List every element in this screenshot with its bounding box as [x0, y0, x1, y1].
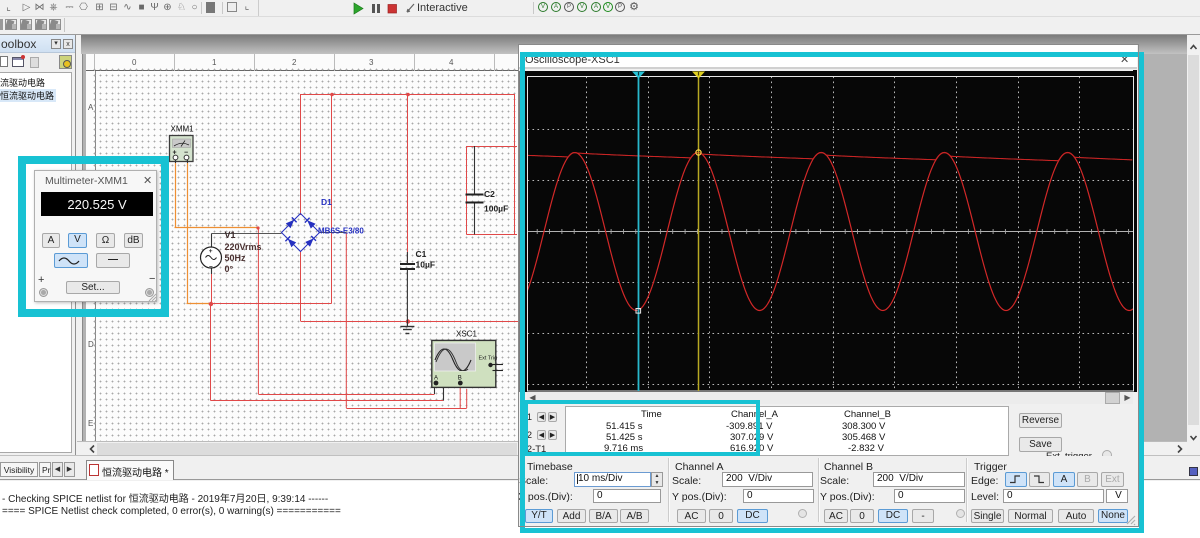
svg-text:D1: D1 — [321, 197, 332, 207]
svg-text:Ext Trig: Ext Trig — [479, 356, 498, 362]
svg-text:+: + — [209, 248, 213, 255]
svg-text:C1: C1 — [416, 249, 427, 259]
svg-text:A: A — [434, 376, 438, 382]
svg-text:50Hz: 50Hz — [225, 253, 247, 263]
svg-text:0°: 0° — [225, 264, 234, 274]
svg-text:100µF: 100µF — [484, 204, 508, 214]
svg-text:B: B — [458, 376, 462, 382]
svg-text:220Vrms: 220Vrms — [225, 242, 262, 252]
svg-text:−: − — [209, 264, 213, 271]
svg-text:C2: C2 — [484, 189, 495, 199]
svg-text:10µF: 10µF — [416, 260, 436, 270]
svg-text:XSC1: XSC1 — [456, 330, 477, 339]
svg-text:V1: V1 — [225, 230, 236, 240]
svg-text:MB6S-E3/80: MB6S-E3/80 — [318, 227, 364, 236]
svg-text:XMM1: XMM1 — [171, 125, 195, 134]
